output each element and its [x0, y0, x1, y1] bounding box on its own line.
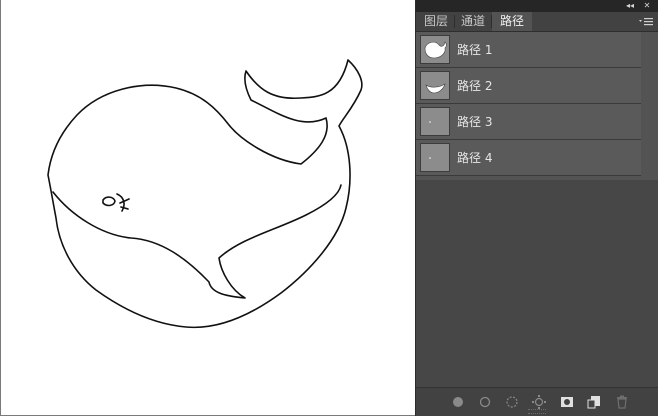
fill-path-icon[interactable] [450, 394, 466, 410]
path-thumbnail [420, 71, 450, 100]
path-label: 路径 2 [457, 79, 493, 93]
path-row-3[interactable]: 路径 3 [416, 104, 641, 140]
panel-titlebar: ◂◂ ✕ [416, 0, 658, 12]
load-selection-icon[interactable] [504, 394, 520, 410]
add-mask-icon[interactable] [559, 394, 575, 410]
make-work-path-icon[interactable] [531, 394, 547, 410]
path-row-2[interactable]: 路径 2 [416, 68, 641, 104]
stroke-path-icon[interactable] [477, 394, 493, 410]
tab-paths[interactable]: 路径 [492, 12, 532, 31]
path-label: 路径 4 [457, 151, 493, 165]
panel-menu-icon[interactable] [638, 12, 654, 31]
path-thumbnail [420, 107, 450, 136]
path-label: 路径 1 [457, 43, 493, 57]
path-thumbnail [420, 35, 450, 64]
whale-drawing [47, 59, 363, 329]
path-row-1[interactable]: 路径 1 [416, 32, 641, 68]
path-label: 路径 3 [457, 115, 493, 129]
path-thumbnail [420, 143, 450, 172]
path-row-4[interactable]: 路径 4 [416, 140, 641, 176]
trash-icon[interactable] [614, 394, 630, 410]
panel-tab-strip: 图层 通道 路径 [416, 12, 658, 32]
document-canvas[interactable] [0, 0, 415, 416]
new-path-icon[interactable] [586, 394, 602, 410]
path-list-empty-area[interactable] [416, 180, 658, 388]
path-list: 路径 1 路径 2 路径 3 路径 4 [416, 32, 641, 176]
tab-channels[interactable]: 通道 [455, 12, 491, 31]
panel-bottom-toolbar [416, 387, 658, 416]
close-icon[interactable]: ✕ [641, 0, 653, 12]
tab-layers[interactable]: 图层 [418, 12, 454, 31]
paths-panel: ◂◂ ✕ 图层 通道 路径 路径 1 路径 2 路径 3 路径 4 [415, 0, 658, 416]
resize-grip[interactable] [528, 409, 546, 414]
double-chevron-left-icon[interactable]: ◂◂ [624, 0, 636, 12]
